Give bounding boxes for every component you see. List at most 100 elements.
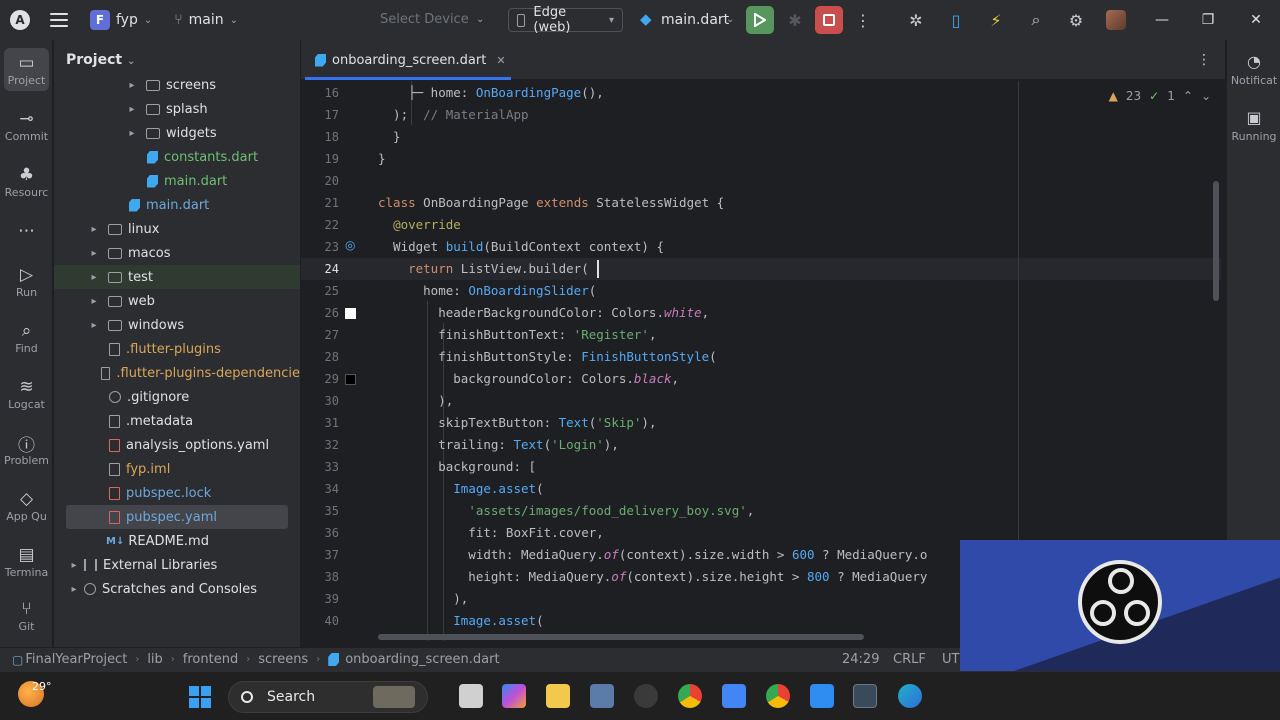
code-line[interactable]: Image.asset( xyxy=(378,478,543,500)
close-icon[interactable]: ✕ xyxy=(1244,8,1268,32)
code-line[interactable]: class OnBoardingPage extends StatelessWi… xyxy=(378,192,724,214)
tree-item[interactable]: .flutter-plugins-dependencie xyxy=(54,361,300,385)
code-line[interactable]: width: MediaQuery.of(context).size.width… xyxy=(378,544,927,566)
right-tool-running[interactable]: ▣ Running xyxy=(1227,108,1280,143)
minimize-icon[interactable]: — xyxy=(1150,8,1174,32)
chrome-profile-icon[interactable] xyxy=(766,684,790,708)
tree-item[interactable]: ▸ linux xyxy=(54,217,300,241)
tree-item[interactable]: ▸ screens xyxy=(54,73,300,97)
chevron-right-icon[interactable]: ▸ xyxy=(68,560,80,571)
tool-more[interactable]: ⋯ xyxy=(0,220,53,242)
project-name[interactable]: fyp xyxy=(116,12,138,28)
chevron-right-icon[interactable]: ▸ xyxy=(88,296,100,307)
breadcrumb-item[interactable]: lib xyxy=(147,652,162,667)
code-line[interactable]: background: [ xyxy=(378,456,536,478)
tool-commit[interactable]: ⊸ Commit xyxy=(0,108,53,143)
tool-git[interactable]: ⑂ Git xyxy=(0,598,53,633)
debug-icon[interactable]: ✱ xyxy=(783,8,807,32)
tree-item[interactable]: pubspec.lock xyxy=(54,481,300,505)
code-line[interactable]: @override xyxy=(378,214,461,236)
override-gutter-icon[interactable]: ◎ xyxy=(345,238,355,252)
tree-item[interactable]: ▸ Scratches and Consoles xyxy=(54,577,300,601)
more-vert-icon[interactable]: ⋮ xyxy=(851,8,875,32)
tree-item[interactable]: .flutter-plugins xyxy=(54,337,300,361)
chevron-right-icon[interactable]: ▸ xyxy=(126,128,138,139)
main-menu-icon[interactable] xyxy=(50,13,68,27)
tool-termina[interactable]: ▤ Termina xyxy=(0,544,53,579)
inspection-widget[interactable]: ▲ 23 ✓ 1 ⌃ ⌄ xyxy=(1109,89,1211,103)
tree-item[interactable]: pubspec.yaml xyxy=(66,505,288,529)
chevron-right-icon[interactable]: ▸ xyxy=(126,80,138,91)
vscode-icon[interactable] xyxy=(810,684,834,708)
android-studio-taskbar-icon[interactable] xyxy=(853,684,877,708)
settings-gear-icon[interactable]: ⚙ xyxy=(1064,8,1088,32)
device-mirror-icon[interactable]: ▯ xyxy=(944,8,968,32)
code-line[interactable]: 'assets/images/food_delivery_boy.svg', xyxy=(378,500,754,522)
chevron-right-icon[interactable]: ▸ xyxy=(88,320,100,331)
tree-item[interactable]: .metadata xyxy=(54,409,300,433)
chevron-right-icon[interactable]: ▸ xyxy=(88,248,100,259)
tree-item[interactable]: .gitignore xyxy=(54,385,300,409)
editor-horizontal-scrollbar[interactable] xyxy=(378,634,864,640)
code-line[interactable]: Widget build(BuildContext context) { xyxy=(378,236,664,258)
select-device-dropdown[interactable]: Select Device xyxy=(380,12,469,27)
project-badge[interactable]: F xyxy=(90,10,110,30)
task-view-icon[interactable] xyxy=(459,684,483,708)
code-line[interactable]: finishButtonStyle: FinishButtonStyle( xyxy=(378,346,716,368)
cursor-position[interactable]: 24:29 xyxy=(842,652,879,667)
tree-item[interactable]: ▸ web xyxy=(54,289,300,313)
tool-find[interactable]: ⌕ Find xyxy=(0,320,53,355)
tool-project[interactable]: ▭ Project xyxy=(4,48,49,91)
stop-button[interactable] xyxy=(815,6,843,34)
windows-start-icon[interactable] xyxy=(189,686,211,708)
tree-item[interactable]: ▸ widgets xyxy=(54,121,300,145)
chevron-right-icon[interactable]: ▸ xyxy=(88,272,100,283)
code-line[interactable]: } xyxy=(378,126,401,148)
code-line[interactable]: ├─ home: OnBoardingPage(), xyxy=(378,82,604,104)
code-line[interactable]: headerBackgroundColor: Colors.white, xyxy=(378,302,709,324)
right-tool-notificat[interactable]: ◔ Notificat xyxy=(1227,52,1280,87)
tree-item[interactable]: ▸ splash xyxy=(54,97,300,121)
tree-item[interactable]: analysis_options.yaml xyxy=(54,433,300,457)
code-line[interactable]: return ListView.builder( xyxy=(378,258,589,280)
file-encoding[interactable]: UT xyxy=(942,652,959,667)
panel-title[interactable]: Project ⌄ xyxy=(66,52,135,68)
black-color-swatch[interactable] xyxy=(345,374,356,385)
code-line[interactable]: ), xyxy=(378,588,468,610)
tool-app-qu[interactable]: ◇ App Qu xyxy=(0,488,53,523)
code-line[interactable]: home: OnBoardingSlider( xyxy=(378,280,596,302)
chevron-right-icon[interactable]: ▸ xyxy=(126,104,138,115)
file-explorer-icon[interactable] xyxy=(546,684,570,708)
run-button[interactable] xyxy=(746,6,774,34)
breadcrumb-item[interactable]: FinalYearProject xyxy=(25,652,127,667)
docs-icon[interactable] xyxy=(722,684,746,708)
tree-item[interactable]: fyp.iml xyxy=(54,457,300,481)
chatgpt-icon[interactable] xyxy=(634,684,658,708)
breadcrumb-item[interactable]: screens xyxy=(258,652,308,667)
chevron-up-icon[interactable]: ⌃ xyxy=(1183,89,1193,103)
tool-resourc[interactable]: ♣ Resourc xyxy=(0,164,53,199)
tool-logcat[interactable]: ≋ Logcat xyxy=(0,376,53,411)
user-avatar[interactable] xyxy=(1106,10,1126,30)
copilot-icon[interactable] xyxy=(502,684,526,708)
tool-problem[interactable]: ⓘ Problem xyxy=(0,432,53,468)
code-line[interactable]: ); // MaterialApp xyxy=(378,104,528,126)
device-selector[interactable]: Edge (web) ▾ xyxy=(508,5,623,35)
code-line[interactable]: skipTextButton: Text('Skip'), xyxy=(378,412,656,434)
tab-options-icon[interactable]: ⋮ xyxy=(1197,52,1211,68)
edge-icon[interactable] xyxy=(898,684,922,708)
tree-item[interactable]: ▸ External Libraries xyxy=(54,553,300,577)
code-line[interactable]: ), xyxy=(378,390,453,412)
chrome-icon[interactable] xyxy=(678,684,702,708)
chevron-right-icon[interactable]: ▸ xyxy=(68,584,80,595)
code-line[interactable]: backgroundColor: Colors.black, xyxy=(378,368,679,390)
maximize-icon[interactable]: ❐ xyxy=(1196,8,1220,32)
tree-item[interactable]: M↓ README.md xyxy=(54,529,300,553)
code-line[interactable]: trailing: Text('Login'), xyxy=(378,434,619,456)
chevron-right-icon[interactable]: ▸ xyxy=(88,224,100,235)
code-line[interactable]: } xyxy=(378,148,386,170)
code-line[interactable]: height: MediaQuery.of(context).size.heig… xyxy=(378,566,927,588)
close-tab-icon[interactable]: ✕ xyxy=(496,54,505,67)
code-line[interactable]: finishButtonText: 'Register', xyxy=(378,324,656,346)
app-k-icon[interactable] xyxy=(590,684,614,708)
